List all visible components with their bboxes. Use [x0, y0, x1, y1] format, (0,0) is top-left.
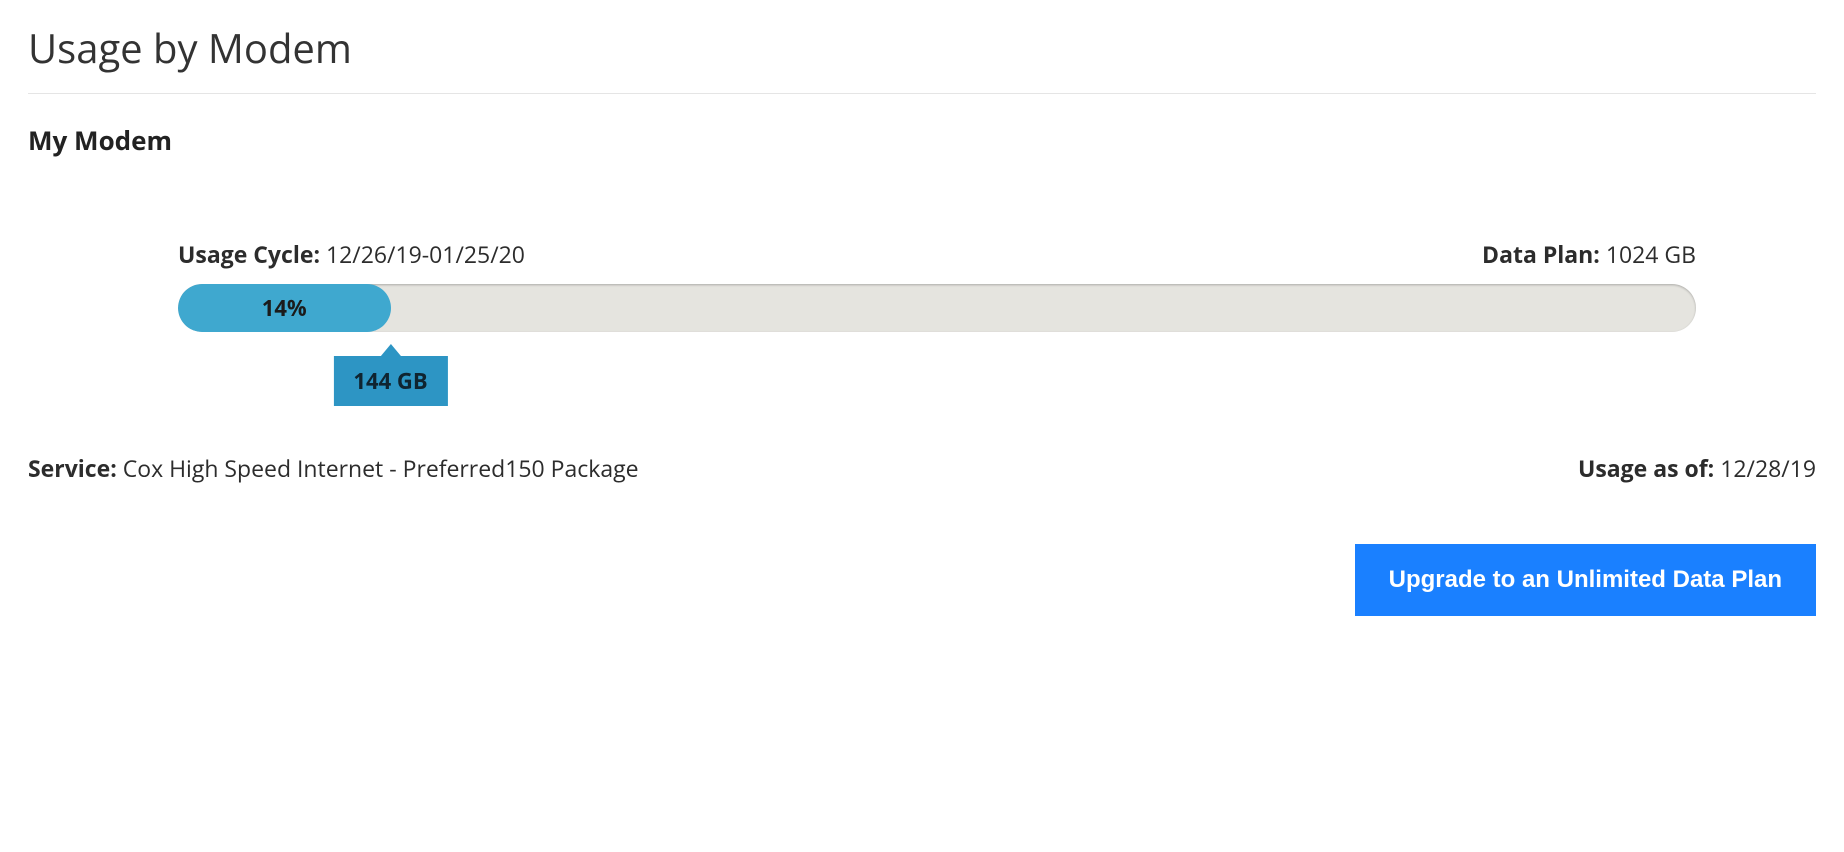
service-info: Service: Cox High Speed Internet - Prefe… — [28, 452, 639, 484]
upgrade-button[interactable]: Upgrade to an Unlimited Data Plan — [1355, 544, 1816, 616]
data-plan-label: Data Plan: — [1482, 238, 1600, 270]
progress-percent-label: 14% — [262, 293, 307, 323]
progress-fill: 14% — [178, 284, 391, 332]
usage-block: Usage Cycle: 12/26/19-01/25/20 Data Plan… — [178, 238, 1696, 332]
usage-progress: 14% 144 GB — [178, 284, 1696, 332]
asof-label: Usage as of: — [1578, 452, 1714, 484]
usage-amount-label: 144 GB — [333, 356, 447, 406]
tooltip-arrow-icon — [381, 344, 401, 356]
actions-row: Upgrade to an Unlimited Data Plan — [28, 544, 1816, 616]
page-title: Usage by Modem — [28, 20, 1816, 75]
modem-name: My Modem — [28, 122, 1816, 158]
usage-asof: Usage as of: 12/28/19 — [1578, 452, 1816, 484]
usage-tooltip: 144 GB — [333, 344, 447, 406]
data-plan: Data Plan: 1024 GB — [1482, 238, 1696, 270]
divider — [28, 93, 1816, 94]
usage-cycle-value-text: 12/26/19-01/25/20 — [326, 238, 525, 270]
data-plan-value-text: 1024 GB — [1606, 238, 1696, 270]
service-label: Service: — [28, 452, 117, 484]
progress-track: 14% — [178, 284, 1696, 332]
usage-bar-labels: Usage Cycle: 12/26/19-01/25/20 Data Plan… — [178, 238, 1696, 270]
asof-value-text: 12/28/19 — [1720, 452, 1816, 484]
usage-cycle-label: Usage Cycle: — [178, 238, 320, 270]
info-row: Service: Cox High Speed Internet - Prefe… — [28, 452, 1816, 484]
usage-cycle: Usage Cycle: 12/26/19-01/25/20 — [178, 238, 525, 270]
service-value-text: Cox High Speed Internet - Preferred150 P… — [123, 452, 639, 484]
